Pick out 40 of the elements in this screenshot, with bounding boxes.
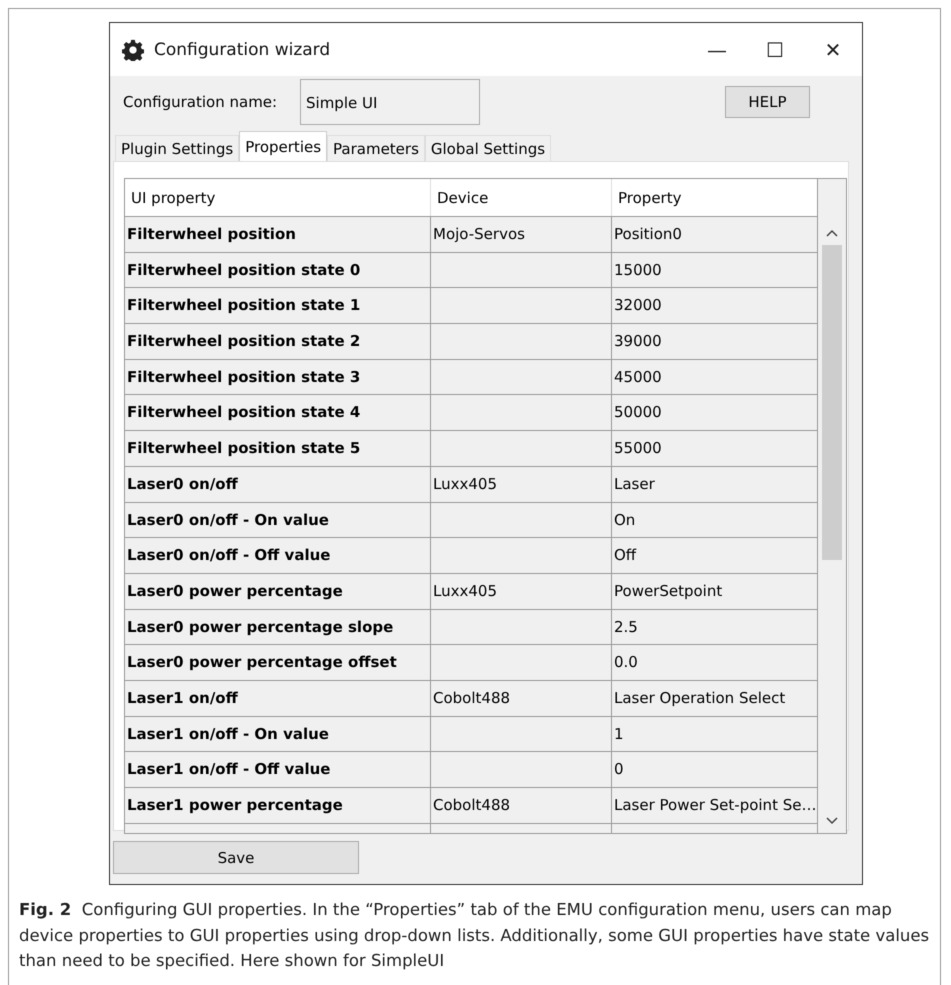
table-cell: Laser0 power percentage	[125, 572, 431, 609]
table-cell: Laser0 power percentage slope	[125, 608, 431, 644]
table-cell: Laser1 power percentage	[125, 787, 431, 823]
help-button[interactable]: HELP	[725, 86, 810, 118]
minimize-button[interactable]: —	[688, 23, 746, 76]
scroll-up-icon[interactable]	[826, 229, 838, 237]
table-cell: Laser1 on/off	[125, 680, 431, 716]
window-title: Configuration wizard	[154, 40, 330, 60]
table-cell: Laser1 on/off - Off value	[125, 751, 431, 787]
tab[interactable]: Plugin Settings	[115, 135, 240, 161]
table-cell: Filterwheel position state 0	[125, 252, 431, 288]
config-name-label: Configuration name:	[123, 93, 278, 111]
table-cell[interactable]: Cobolt488	[431, 787, 612, 823]
tab[interactable]: Global Settings	[424, 135, 552, 161]
gear-icon	[122, 38, 144, 60]
table-cell: Laser0 on/off - Off value	[125, 537, 431, 573]
table-cell[interactable]: Luxx405	[431, 466, 612, 502]
table-cell: Filterwheel position state 1	[125, 287, 431, 324]
table-cell: Filterwheel position state 5	[125, 430, 431, 466]
table-cell: Filterwheel position state 3	[125, 358, 431, 394]
close-button[interactable]: ✕	[804, 23, 862, 76]
save-button[interactable]: Save	[113, 841, 359, 874]
table-cell: Filterwheel position state 2	[125, 323, 431, 359]
table-cell[interactable]: Mojo-Servos	[431, 216, 612, 252]
config-name-field[interactable]: Simple UI	[300, 79, 480, 125]
tab[interactable]: Parameters	[327, 135, 425, 161]
table-cell: Filterwheel position	[125, 216, 431, 252]
figure-caption: Fig. 2 Configuring GUI properties. In the “Properties” tab of the EMU configuration menu, users can map device properties to GUI properties using drop-down lists. Additionally, some GUI properties have state values than need to be specified. Here shown for SimpleUI	[19, 899, 930, 972]
table-cell[interactable]: Cobolt488	[431, 680, 612, 716]
table-cell[interactable]: Luxx405	[431, 572, 612, 609]
tab[interactable]: Properties	[239, 131, 328, 161]
table-cell: Laser0 on/off	[125, 466, 431, 502]
table-cell: Laser0 power percentage offset	[125, 644, 431, 680]
scrollbar[interactable]	[817, 179, 846, 833]
table-cell: Laser0 on/off - On value	[125, 502, 431, 538]
scroll-down-icon[interactable]	[826, 817, 838, 825]
table-cell: Filterwheel position state 4	[125, 394, 431, 430]
maximize-button[interactable]: ☐	[746, 23, 804, 76]
scroll-thumb[interactable]	[822, 245, 842, 560]
table-cell: Laser1 on/off - On value	[125, 716, 431, 752]
